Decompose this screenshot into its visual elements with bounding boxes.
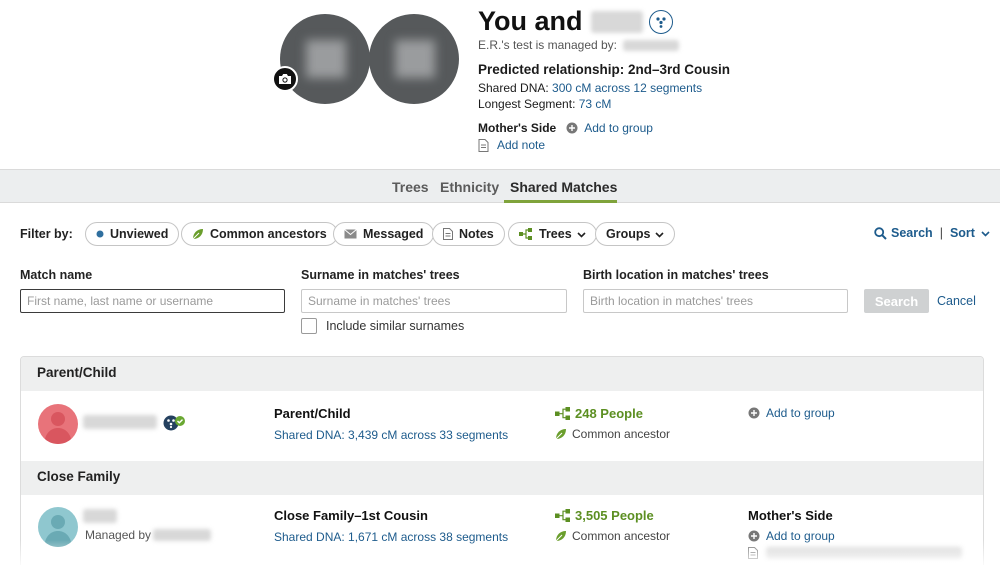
filter-notes-label: Notes [459, 227, 494, 241]
birth-location-input[interactable] [583, 289, 848, 313]
chevron-down-icon [655, 227, 665, 241]
tree-people-link[interactable]: 248 People [555, 406, 643, 421]
managed-by-line: E.R.'s test is managed by: [478, 38, 680, 52]
filter-messaged[interactable]: Messaged [333, 222, 435, 246]
similar-surnames-checkbox[interactable] [301, 318, 317, 334]
shared-dna-link[interactable]: 300 cM across 12 segments [552, 81, 702, 95]
dna-test-icon[interactable] [648, 9, 673, 34]
shared-matches-list: Parent/Child Parent/Child Shared DNA: 3,… [20, 356, 984, 565]
filter-common-ancestors-label: Common ancestors [210, 227, 327, 241]
bottom-fade [0, 540, 1000, 565]
relationship: Parent/Child [274, 406, 351, 421]
managed-by-label: E.R.'s test is managed by: [478, 38, 618, 52]
tab-shared-matches[interactable]: Shared Matches [510, 179, 617, 195]
sort-link-label: Sort [949, 226, 975, 240]
note-icon [443, 228, 453, 240]
surname-input[interactable] [301, 289, 567, 313]
add-to-group-button[interactable]: Add to group [566, 121, 653, 135]
person-silhouette-icon [44, 412, 72, 444]
your-photo [280, 14, 370, 104]
search-sort-controls: Search | Sort [874, 226, 990, 240]
add-to-group-label: Add to group [584, 121, 653, 135]
filter-notes[interactable]: Notes [432, 222, 505, 246]
shared-dna-label: Shared DNA: [478, 81, 549, 95]
search-toggle[interactable]: Search [874, 226, 933, 240]
filter-unviewed-label: Unviewed [110, 227, 169, 241]
filter-trees-label: Trees [539, 227, 572, 241]
title-prefix: You and [478, 6, 583, 36]
filter-unviewed[interactable]: Unviewed [85, 222, 180, 246]
predicted-relationship: Predicted relationship: 2nd–3rd Cousin [478, 62, 731, 77]
sort-dropdown[interactable]: Sort [950, 226, 990, 240]
match-name-input[interactable] [20, 289, 285, 313]
match-name-label: Match name [20, 268, 93, 282]
search-icon [874, 226, 887, 240]
dna-verified-icon [163, 415, 187, 434]
active-tab-indicator [504, 200, 617, 203]
chevron-down-icon [577, 227, 586, 241]
group-header-close-family: Close Family [21, 461, 983, 495]
tree-people-count: 248 People [575, 406, 643, 421]
manager-name-redacted [623, 40, 680, 52]
match-photo [369, 14, 459, 104]
filter-groups-dropdown[interactable]: Groups [595, 222, 676, 246]
unviewed-dot-icon [96, 230, 104, 238]
match-name-redacted[interactable] [83, 415, 157, 429]
common-ancestor-badge[interactable]: Common ancestor [555, 427, 670, 441]
avatar[interactable] [38, 404, 78, 444]
tree-people-count: 3,505 People [575, 508, 654, 523]
leaf-icon [192, 228, 204, 240]
search-button[interactable]: Search [864, 289, 929, 313]
match-name-redacted [590, 10, 643, 33]
filter-groups-label: Groups [606, 227, 651, 241]
side-label: Mother's Side [478, 121, 557, 135]
add-to-group-label: Add to group [766, 406, 835, 420]
surname-label: Surname in matches' trees [301, 268, 460, 282]
filter-by-label: Filter by: [20, 227, 73, 241]
tree-icon [555, 407, 570, 420]
chevron-down-icon [981, 226, 990, 240]
birth-location-label: Birth location in matches' trees [583, 268, 769, 282]
tree-icon [519, 228, 533, 240]
add-to-group-button[interactable]: Add to group [748, 406, 835, 420]
filter-common-ancestors[interactable]: Common ancestors [181, 222, 338, 246]
longest-segment-label: Longest Segment: [478, 97, 576, 111]
match-name-redacted[interactable] [83, 509, 117, 523]
filter-trees-dropdown[interactable]: Trees [508, 222, 597, 246]
list-item[interactable]: Parent/Child Shared DNA: 3,439 cM across… [21, 391, 983, 461]
group-header-parent-child: Parent/Child [21, 357, 983, 391]
tree-icon [555, 509, 570, 522]
add-note-label: Add note [497, 138, 546, 152]
shared-dna-link[interactable]: Shared DNA: 3,439 cM across 33 segments [274, 428, 508, 442]
longest-segment-link[interactable]: 73 cM [579, 97, 612, 111]
leaf-icon [555, 429, 566, 440]
filter-messaged-label: Messaged [363, 227, 424, 241]
separator: | [939, 226, 943, 240]
cancel-link[interactable]: Cancel [937, 294, 976, 308]
tab-ethnicity[interactable]: Ethnicity [440, 179, 499, 195]
tab-bar: Trees Ethnicity Shared Matches [0, 169, 1000, 203]
shared-dna-line: Shared DNA: 300 cM across 12 segments [478, 81, 702, 95]
relationship: Close Family–1st Cousin [274, 508, 428, 523]
plus-circle-icon [566, 122, 578, 134]
longest-segment-line: Longest Segment: 73 cM [478, 97, 611, 111]
side-label: Mother's Side [748, 508, 833, 523]
similar-surnames-option: Include similar surnames [301, 318, 464, 334]
envelope-icon [344, 229, 357, 239]
tab-trees[interactable]: Trees [392, 179, 429, 195]
note-icon [478, 138, 489, 152]
similar-surnames-label: Include similar surnames [326, 319, 465, 333]
camera-icon[interactable] [272, 66, 298, 92]
add-note-button[interactable]: Add note [478, 138, 545, 152]
common-ancestor-label: Common ancestor [572, 427, 671, 441]
plus-circle-icon [748, 407, 760, 419]
page-title: You and [478, 6, 673, 37]
side-line: Mother's Side Add to group [478, 121, 653, 135]
search-link-label: Search [891, 226, 933, 240]
tree-people-link[interactable]: 3,505 People [555, 508, 654, 523]
